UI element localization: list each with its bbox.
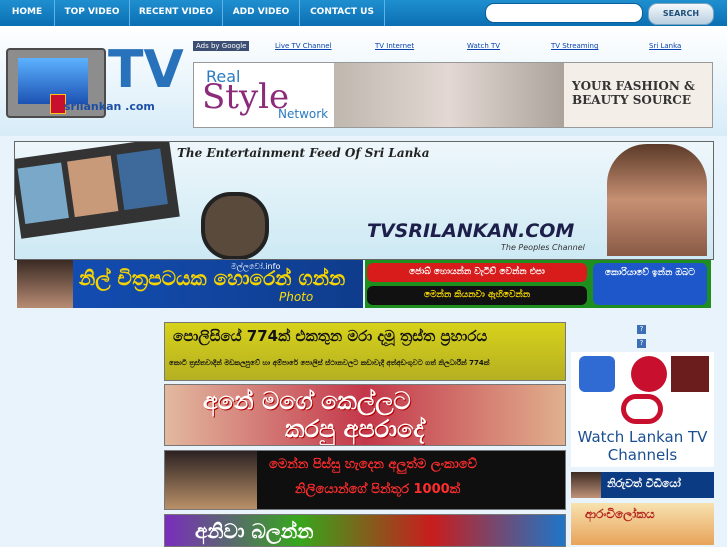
ad-info-icon[interactable]: ? bbox=[637, 339, 646, 348]
content-ad-3-line1: මෙන්න පිස්සු හැදෙන අලුත්ම ලංකාවේ bbox=[269, 457, 478, 472]
side-strip-text: නිරුවත් වීඩියෝ bbox=[607, 477, 681, 490]
nav-home[interactable]: HOME bbox=[0, 0, 55, 26]
nav-top-video[interactable]: TOP VIDEO bbox=[55, 0, 130, 26]
search-input[interactable] bbox=[485, 3, 643, 23]
ad-link-live-tv[interactable]: Live TV Channel bbox=[275, 42, 332, 50]
logo-site-text: srilankan .com bbox=[64, 100, 155, 113]
promo-job-sub: මෙන්න කියනවා ඇහිවෙන්න bbox=[367, 286, 587, 305]
channel-logo-icon bbox=[579, 356, 615, 392]
promo-info: මල්ලවෝ.info bbox=[231, 262, 281, 271]
promo-korea-box: කොරියාවේ ඉන්න ඔබට bbox=[593, 263, 707, 305]
content-ad-3-line2: නිලියොන්ගේ පින්තූර 1000ක් bbox=[295, 482, 461, 497]
top-nav: HOME TOP VIDEO RECENT VIDEO ADD VIDEO CO… bbox=[0, 0, 727, 26]
feed-tagline: The Peoples Channel bbox=[501, 243, 585, 252]
channel-logo-icon bbox=[631, 356, 667, 392]
site-logo[interactable]: TV srilankan .com bbox=[6, 44, 184, 122]
ad-link-tv-internet[interactable]: TV Internet bbox=[375, 42, 414, 50]
feed-title: The Entertainment Feed Of Sri Lanka bbox=[177, 146, 430, 160]
promo-right-ad[interactable]: ජොබ් හොයන්න වැටිච් වෙන්න එපා මෙන්න කියනව… bbox=[365, 260, 711, 308]
film-reel-icon bbox=[201, 192, 269, 259]
ad-link-tv-streaming[interactable]: TV Streaming bbox=[551, 42, 598, 50]
content-ad-1-sub: කොටි ත්‍රස්තවාදීන් මඩකලපුවේ හා අම්පාරේ ප… bbox=[169, 359, 490, 367]
ad-runway-photo bbox=[334, 63, 564, 127]
side-bottom-ad[interactable]: ආරංචිලෝකය bbox=[571, 503, 714, 545]
content-ad-1-headline: පොලිසියේ 774ක් එකතුන මරා දමූ ත්‍රස්ත ප්‍… bbox=[173, 327, 488, 345]
ad-link-sri-lanka[interactable]: Sri Lanka bbox=[649, 42, 681, 50]
content-ad-1[interactable]: පොලිසියේ 774ක් එකතුන මරා දමූ ත්‍රස්ත ප්‍… bbox=[164, 322, 566, 381]
nav-recent-video[interactable]: RECENT VIDEO bbox=[130, 0, 223, 26]
channel-logo-icon bbox=[621, 394, 663, 424]
content-ad-2[interactable]: අනේ මගේ කෙල්ලට කරපු අපරාදේ bbox=[164, 384, 566, 446]
content-ad-2-line2: කරපු අපරාදේ bbox=[285, 415, 425, 443]
promo-row: නිල් චිත්‍රපටයක හොරෙන් ගන්න මල්ලවෝ.info … bbox=[17, 260, 711, 308]
watch-lankan-tv-ad[interactable]: Watch Lankan TV Channels bbox=[571, 352, 714, 467]
promo-left-ad[interactable]: නිල් චිත්‍රපටයක හොරෙන් ගන්න මල්ලවෝ.info … bbox=[17, 260, 363, 308]
side-strip-photo bbox=[571, 472, 601, 498]
nav-contact-us[interactable]: CONTACT US bbox=[300, 0, 385, 26]
ad-tagline-2: BEAUTY SOURCE bbox=[572, 93, 691, 107]
nav-add-video[interactable]: ADD VIDEO bbox=[223, 0, 300, 26]
channel-logo-icon bbox=[671, 356, 709, 392]
ad-network-text: Network bbox=[278, 107, 329, 121]
actress-photo bbox=[607, 144, 707, 256]
ad-tagline-1: YOUR FASHION & bbox=[572, 79, 695, 93]
search-button[interactable]: SEARCH bbox=[648, 3, 714, 25]
promo-headline: නිල් චිත්‍රපටයක හොරෙන් ගන්න bbox=[79, 266, 346, 290]
feed-site-name: TVSRILANKAN.COM bbox=[367, 220, 575, 242]
ad-info-icon[interactable]: ? bbox=[637, 325, 646, 334]
side-strip-ad[interactable]: නිරුවත් වීඩියෝ bbox=[571, 472, 714, 498]
content-ad-3[interactable]: මෙන්න පිස්සු හැදෙන අලුත්ම ලංකාවේ නිලියොන… bbox=[164, 450, 566, 510]
watch-lankan-tv-text: Watch Lankan TV Channels bbox=[577, 428, 708, 464]
side-bottom-text: ආරංචිලෝකය bbox=[585, 507, 655, 521]
content-ad-4[interactable]: අනිවා බලන්න bbox=[164, 514, 566, 547]
ad-link-watch-tv[interactable]: Watch TV bbox=[467, 42, 500, 50]
promo-photo-label: Photo bbox=[279, 290, 314, 304]
promo-photo bbox=[17, 260, 73, 308]
logo-tv-text: TV bbox=[108, 40, 184, 100]
content-ad-4-line1: අනිවා බලන්න bbox=[195, 519, 314, 543]
film-strip-icon bbox=[15, 142, 180, 239]
content-ad-3-photo bbox=[165, 451, 257, 509]
entertainment-feed-banner[interactable]: The Entertainment Feed Of Sri Lanka TVSR… bbox=[14, 141, 714, 260]
ads-by-google-label[interactable]: Ads by Google bbox=[193, 41, 250, 51]
content-ad-2-line1: අනේ මගේ කෙල්ලට bbox=[203, 387, 411, 415]
ad-style-text: Style bbox=[202, 77, 290, 117]
promo-job-text: ජොබ් හොයන්න වැටිච් වෙන්න එපා bbox=[367, 263, 587, 282]
real-style-ad-banner[interactable]: Real Style Network YOUR FASHION & BEAUTY… bbox=[193, 62, 713, 128]
